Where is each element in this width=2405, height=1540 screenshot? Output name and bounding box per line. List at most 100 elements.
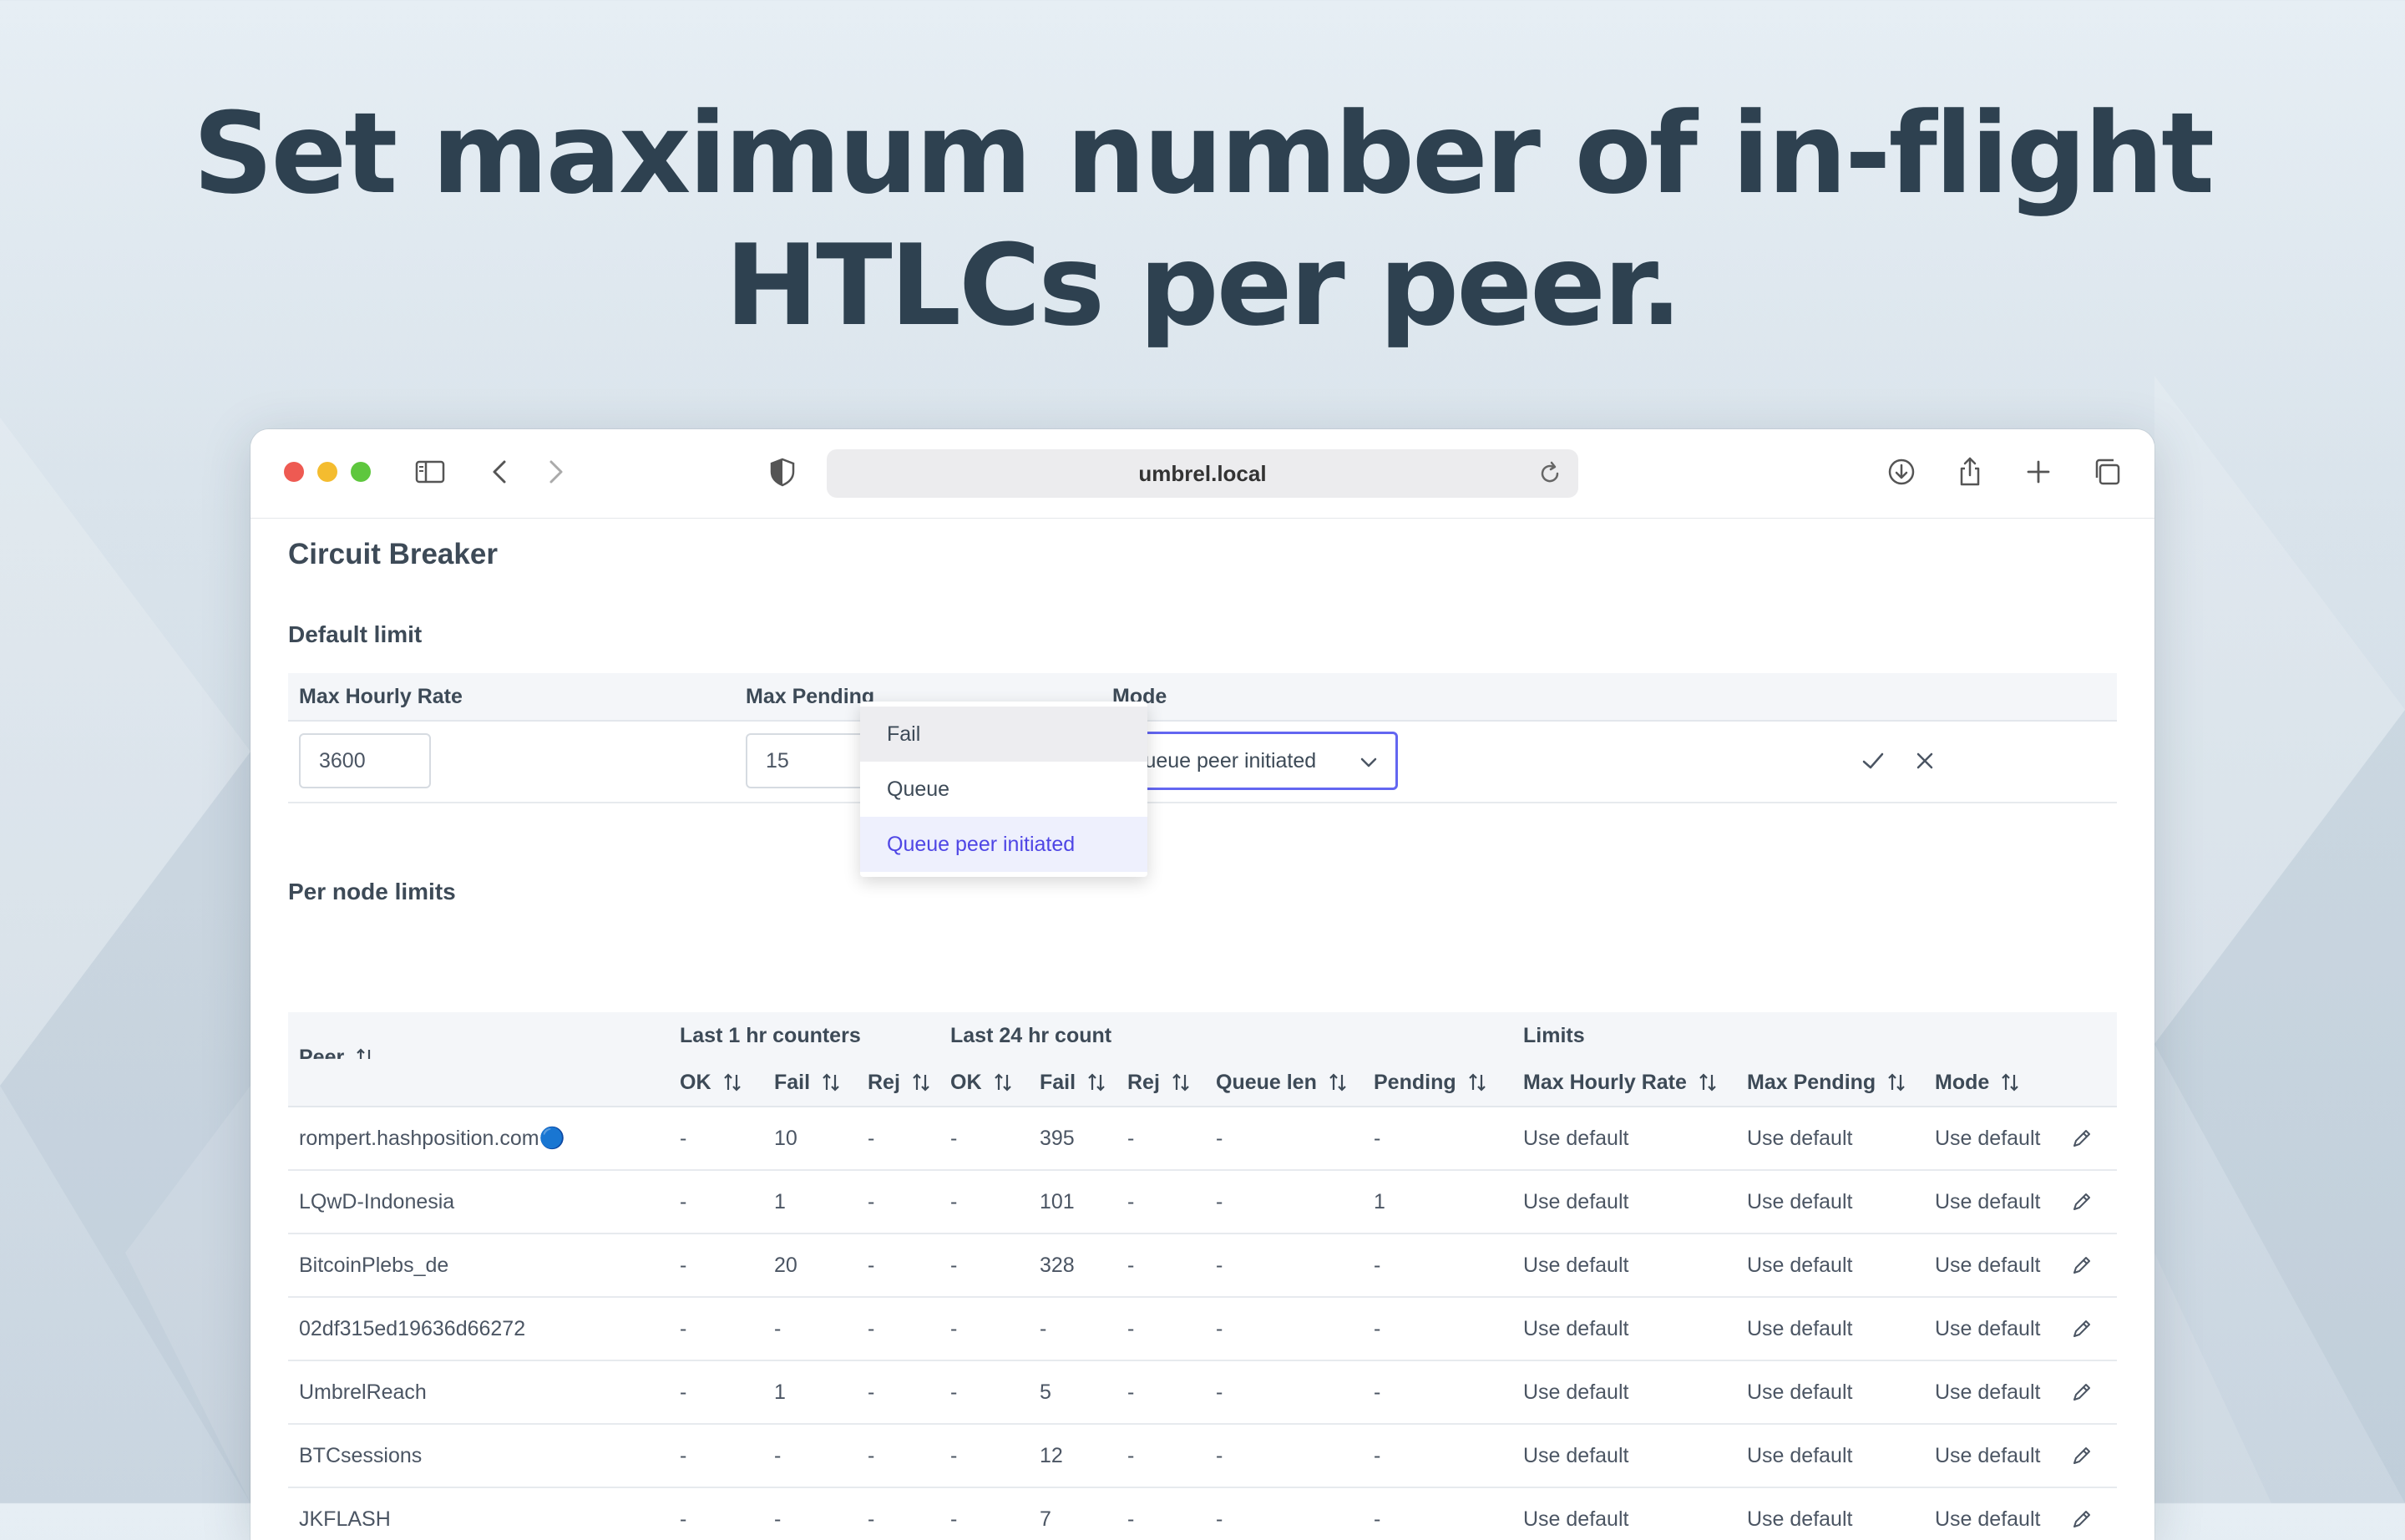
tabs-overview-icon[interactable]	[2088, 453, 2126, 491]
download-icon[interactable]	[1882, 453, 1921, 491]
cell-fail1: 10	[774, 1127, 797, 1150]
cell-fail24: 12	[1040, 1444, 1063, 1467]
default-limit-header: Max Hourly Rate Max Pending Mode	[288, 673, 2117, 722]
group-limits: Limits	[1523, 1024, 1585, 1047]
cell-fail1: 20	[774, 1254, 797, 1277]
max-hourly-rate-input[interactable]: 3600	[299, 733, 431, 788]
sort-icon	[994, 1073, 1011, 1092]
header-pending[interactable]: Pending	[1374, 1071, 1488, 1095]
zoom-window-button[interactable]	[351, 462, 371, 482]
cell-ok1: -	[680, 1507, 687, 1531]
header-queue-len[interactable]: Queue len	[1216, 1071, 1349, 1095]
cell-ok1: -	[680, 1190, 687, 1213]
cell-ok1: -	[680, 1317, 687, 1340]
peer-name: 02df315ed19636d66272	[299, 1317, 526, 1340]
edit-pencil-icon[interactable]	[2069, 1189, 2094, 1214]
mode-option-fail[interactable]: Fail	[860, 707, 1147, 762]
cell-ok24: -	[950, 1254, 958, 1277]
mode-select[interactable]: Queue peer initiated	[1111, 732, 1398, 790]
edit-pencil-icon[interactable]	[2069, 1126, 2094, 1151]
cell-rej24: -	[1127, 1254, 1135, 1277]
new-tab-icon[interactable]	[2019, 453, 2058, 491]
cell-mode: Use default	[1935, 1254, 2041, 1277]
header-rej1[interactable]: Rej	[868, 1071, 932, 1095]
mode-option-queue[interactable]: Queue	[860, 762, 1147, 817]
cell-rej24: -	[1127, 1444, 1135, 1467]
cell-queue-len: -	[1216, 1317, 1223, 1340]
header-fail24[interactable]: Fail	[1040, 1071, 1107, 1095]
cell-rej1: -	[868, 1254, 875, 1277]
cell-max-pending: Use default	[1747, 1317, 1853, 1340]
cell-ok24: -	[950, 1380, 958, 1404]
header-ok24[interactable]: OK	[950, 1071, 1014, 1095]
cell-queue-len: -	[1216, 1254, 1223, 1277]
cell-rej24: -	[1127, 1380, 1135, 1404]
back-icon[interactable]	[481, 453, 519, 491]
cell-max-pending: Use default	[1747, 1380, 1853, 1404]
header-max-pending: Max Pending	[746, 685, 875, 708]
chevron-down-icon	[1360, 757, 1377, 767]
sort-icon	[913, 1073, 929, 1092]
edit-pencil-icon[interactable]	[2069, 1443, 2094, 1468]
edit-pencil-icon[interactable]	[2069, 1316, 2094, 1341]
share-icon[interactable]	[1951, 453, 1989, 491]
mode-option-queue-peer-initiated[interactable]: Queue peer initiated	[860, 817, 1147, 872]
header-max-pending[interactable]: Max Pending	[1747, 1071, 1907, 1095]
forward-icon[interactable]	[536, 453, 575, 491]
sort-icon	[1329, 1073, 1346, 1092]
cell-fail24: 395	[1040, 1127, 1075, 1150]
cell-pending: -	[1374, 1127, 1381, 1150]
sort-icon	[723, 1073, 741, 1092]
cell-max-pending: Use default	[1747, 1190, 1853, 1213]
minimize-window-button[interactable]	[317, 462, 337, 482]
table-row: 02df315ed19636d66272 - - - - - - - - Use default U…	[288, 1298, 2117, 1361]
edit-pencil-icon[interactable]	[2069, 1380, 2094, 1405]
cell-pending: -	[1374, 1380, 1381, 1404]
url-text: umbrel.local	[1138, 460, 1267, 486]
max-pending-input[interactable]: 15	[746, 733, 878, 788]
edit-pencil-icon[interactable]	[2069, 1507, 2094, 1532]
cell-fail24: -	[1040, 1317, 1047, 1340]
cell-ok1: -	[680, 1127, 687, 1150]
headline-line-2: HTLCs per peer.	[725, 220, 1683, 351]
header-fail1[interactable]: Fail	[774, 1071, 842, 1095]
confirm-check-icon[interactable]	[1859, 747, 1887, 775]
header-ok1[interactable]: OK	[680, 1071, 743, 1095]
cell-pending: -	[1374, 1317, 1381, 1340]
cancel-close-icon[interactable]	[1911, 747, 1939, 775]
table-row: UmbrelReach - 1 - - 5 - - - Use default Use defaul…	[288, 1361, 2117, 1425]
close-window-button[interactable]	[284, 462, 304, 482]
header-mode[interactable]: Mode	[1935, 1071, 2021, 1095]
cell-max-hourly-rate: Use default	[1523, 1317, 1629, 1340]
cell-max-pending: Use default	[1747, 1444, 1853, 1467]
privacy-shield-icon[interactable]	[763, 453, 802, 491]
group-last-1h: Last 1 hr counters	[680, 1024, 861, 1047]
header-max-hourly-rate: Max Hourly Rate	[299, 685, 463, 708]
per-node-limits-title: Per node limits	[288, 879, 456, 904]
peer-name: JKFLASH	[299, 1507, 391, 1531]
cell-rej1: -	[868, 1317, 875, 1340]
cell-ok24: -	[950, 1507, 958, 1531]
cell-ok24: -	[950, 1127, 958, 1150]
cell-max-pending: Use default	[1747, 1507, 1853, 1531]
cell-rej1: -	[868, 1380, 875, 1404]
cell-ok1: -	[680, 1254, 687, 1277]
cell-max-pending: Use default	[1747, 1127, 1853, 1150]
cell-mode: Use default	[1935, 1380, 2041, 1404]
cell-fail24: 7	[1040, 1507, 1051, 1531]
peer-name: rompert.hashposition.com🔵	[299, 1127, 565, 1150]
sidebar-icon[interactable]	[411, 453, 449, 491]
address-bar[interactable]: umbrel.local	[827, 449, 1578, 498]
mode-dropdown-menu: Fail Queue Queue peer initiated	[860, 702, 1147, 877]
cell-max-pending: Use default	[1747, 1254, 1853, 1277]
peer-name: BTCsessions	[299, 1444, 423, 1467]
cell-queue-len: -	[1216, 1190, 1223, 1213]
page-title: Circuit Breaker	[288, 538, 498, 570]
edit-pencil-icon[interactable]	[2069, 1253, 2094, 1278]
sort-icon	[823, 1073, 839, 1092]
cell-fail1: -	[774, 1444, 782, 1467]
header-rej24[interactable]: Rej	[1127, 1071, 1192, 1095]
cell-queue-len: -	[1216, 1507, 1223, 1531]
reload-icon[interactable]	[1533, 457, 1567, 490]
header-max-hourly-rate[interactable]: Max Hourly Rate	[1523, 1071, 1719, 1095]
